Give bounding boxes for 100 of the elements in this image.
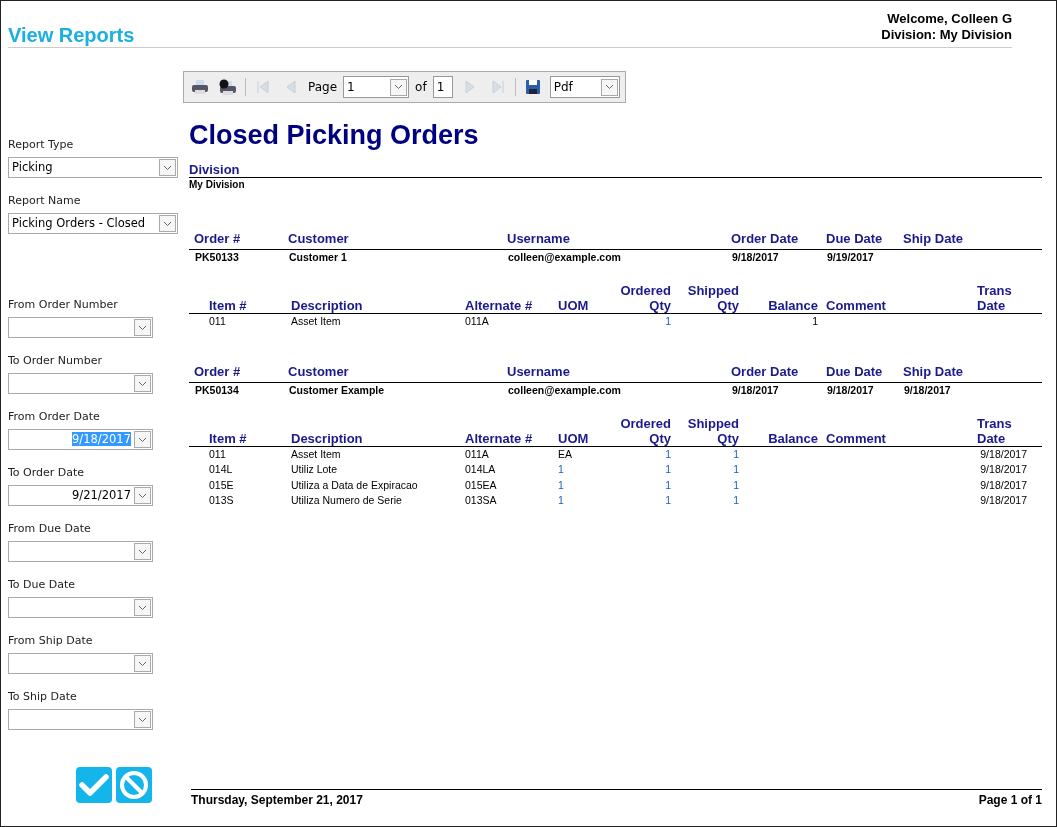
table-cell-text: 9/18/2017 (904, 382, 952, 397)
table-cell-text: 1 (558, 462, 565, 477)
caret-icon (159, 215, 176, 232)
caret-icon (134, 319, 151, 336)
column-header: Order # (194, 363, 242, 381)
table-cell-text: Utiliza a Data de Expiracao (291, 477, 419, 493)
table-cell-text: 1 (558, 477, 565, 493)
column-header: Customer (288, 363, 350, 381)
table-cell-text: 011A (465, 313, 490, 329)
column-header: Item # (209, 297, 248, 313)
table-cell-text: 9/18/2017 (732, 382, 780, 397)
page-title: View Reports (8, 23, 135, 48)
table-cell-text: Utiliza Numero de Serie (291, 493, 403, 508)
column-header: Order Date (731, 230, 800, 248)
table-cell-text: 014L (209, 462, 234, 477)
column-header: UOM (558, 430, 590, 446)
table-cell-text: 9/18/2017 (732, 249, 780, 264)
format-dropdown[interactable]: Pdf (549, 76, 620, 98)
footer-date: Thursday, September 21, 2017 (191, 792, 363, 809)
column-header: Customer (288, 230, 350, 248)
dropdown-field[interactable] (8, 317, 153, 338)
field-label: Report Type (8, 137, 75, 153)
caret-icon (134, 599, 151, 616)
table-cell-text: Customer 1 (289, 249, 348, 264)
caret-icon (134, 375, 151, 392)
table-cell-text: 1 (732, 493, 739, 508)
table-cell-text: 1 (664, 446, 671, 462)
of-label: of (415, 79, 427, 96)
column-header: Alternate # (465, 297, 534, 313)
table-cell-text: 1 (664, 313, 671, 329)
field-label: To Order Date (8, 465, 86, 481)
table-cell-text: PK50133 (195, 249, 240, 264)
dropdown-field[interactable] (8, 597, 153, 618)
table-cell-text: 1 (664, 493, 671, 508)
column-header: Description (291, 430, 364, 446)
field-label: Report Name (8, 193, 82, 209)
report-title: Closed Picking Orders (189, 119, 480, 151)
dropdown-field[interactable] (8, 541, 153, 562)
dropdown-field[interactable]: Picking (8, 157, 178, 178)
division-value: My Division (189, 178, 246, 191)
dropdown-field[interactable] (8, 373, 153, 394)
division-heading: Division (189, 162, 1042, 178)
division-text: Division: My Division (881, 27, 1012, 43)
table-cell-text: PK50134 (195, 382, 240, 397)
column-header: Shipped Qty (686, 415, 739, 446)
table-cell-text: EA (558, 446, 573, 462)
caret-icon (134, 487, 151, 504)
table-cell-text: 013S (209, 493, 235, 508)
dropdown-field[interactable] (8, 653, 153, 674)
table-cell-text: 1 (664, 477, 671, 493)
caret-icon (134, 655, 151, 672)
table-cell-text: 1 (732, 446, 739, 462)
field-label: To Order Number (8, 353, 104, 369)
apply-button[interactable] (76, 767, 112, 803)
cancel-button[interactable] (116, 767, 152, 803)
table-cell-text: 011A (465, 446, 490, 462)
column-header: Trans Date (977, 282, 1013, 313)
column-header: Ship Date (903, 363, 964, 381)
field-label: From Order Number (8, 297, 119, 313)
column-header: Trans Date (977, 415, 1013, 446)
table-cell-text: colleen@example.com (508, 382, 622, 397)
column-header: Shipped Qty (686, 282, 739, 313)
column-header: Order # (194, 230, 242, 248)
column-header: Ordered Qty (619, 282, 671, 313)
table-cell-text: 9/18/2017 (827, 382, 875, 397)
table-cell-text: 011 (209, 446, 227, 462)
field-label: To Ship Date (8, 689, 78, 705)
column-header: Ship Date (903, 230, 964, 248)
column-header: Ordered Qty (619, 415, 671, 446)
table-cell-text: 1 (732, 462, 739, 477)
column-header: Description (291, 297, 364, 313)
dropdown-field[interactable]: Picking Orders - Closed (8, 213, 178, 234)
table-cell-text: Asset Item (291, 313, 342, 329)
column-header: Username (507, 363, 571, 381)
page-dropdown[interactable]: 1 (343, 76, 410, 98)
table-cell-text: 9/18/2017 (979, 493, 1027, 508)
caret-icon (159, 159, 176, 176)
table-cell-text: 1 (811, 313, 818, 329)
table-cell-text: Utiliz Lote (291, 462, 339, 477)
field-label: From Due Date (8, 521, 92, 537)
column-header: Due Date (826, 230, 884, 248)
table-cell-text: 9/18/2017 (979, 462, 1027, 477)
column-header: Balance (767, 430, 818, 446)
column-header: Item # (209, 430, 248, 446)
table-cell-text: Customer Example (289, 382, 386, 397)
caret-icon (390, 78, 408, 96)
column-header: Balance (767, 297, 818, 313)
column-header: Alternate # (465, 430, 534, 446)
column-header: UOM (558, 297, 590, 313)
caret-icon (134, 711, 151, 728)
table-cell-text: 015EA (465, 477, 498, 493)
page-label: Page (308, 79, 338, 96)
field-label: To Due Date (8, 577, 77, 593)
table-cell-text: 1 (558, 493, 565, 508)
caret-icon (134, 543, 151, 560)
table-cell-text: 013SA (465, 493, 498, 508)
table-cell-text: 1 (732, 477, 739, 493)
dropdown-field[interactable]: 9/21/2017 (8, 485, 153, 506)
table-cell-text: 9/18/2017 (979, 477, 1027, 493)
dropdown-field[interactable] (8, 709, 153, 730)
